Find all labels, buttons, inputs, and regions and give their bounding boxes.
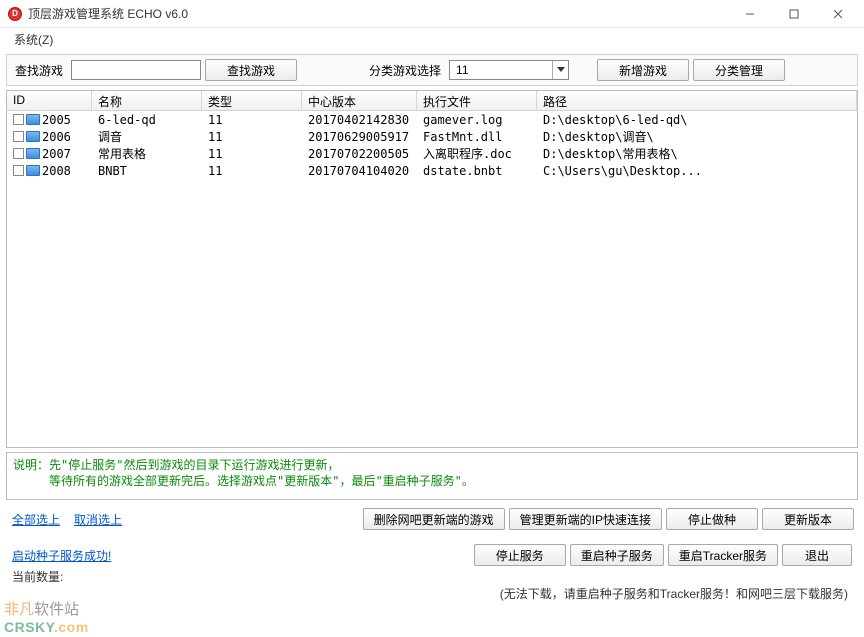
row-id: 2006 xyxy=(42,130,71,144)
watermark-tld: .com xyxy=(54,619,89,635)
table-row[interactable]: 2008 BNBT1120170704104020dstate.bnbtC:\Us… xyxy=(7,162,857,179)
folder-icon xyxy=(26,148,40,159)
update-version-button[interactable]: 更新版本 xyxy=(762,508,854,530)
exit-button[interactable]: 退出 xyxy=(782,544,852,566)
th-path[interactable]: 路径 xyxy=(537,91,857,110)
row-name: BNBT xyxy=(92,164,202,178)
window-titlebar: D 顶层游戏管理系统 ECHO v6.0 xyxy=(0,0,864,28)
folder-icon xyxy=(26,131,40,142)
th-ver[interactable]: 中心版本 xyxy=(302,91,417,110)
category-manage-button[interactable]: 分类管理 xyxy=(693,59,785,81)
row-version: 20170402142830 xyxy=(302,113,417,127)
row-path: D:\desktop\调音\ xyxy=(537,128,857,145)
row-exec: FastMnt.dll xyxy=(417,130,537,144)
row-type: 11 xyxy=(202,147,302,161)
row-id: 2005 xyxy=(42,113,71,127)
row-path: C:\Users\gu\Desktop... xyxy=(537,164,857,178)
row-checkbox[interactable] xyxy=(13,131,24,142)
stop-seed-button[interactable]: 停止做种 xyxy=(666,508,758,530)
app-icon: D xyxy=(8,7,22,21)
row-path: D:\desktop\6-led-qd\ xyxy=(537,113,857,127)
game-table: ID 名称 类型 中心版本 执行文件 路径 20056-led-qd112017… xyxy=(6,90,858,448)
search-button[interactable]: 查找游戏 xyxy=(205,59,297,81)
footer-hint: (无法下载，请重启种子服务和Tracker服务！和网吧三层下载服务) xyxy=(6,585,858,604)
hint-line2: 等待所有的游戏全部更新完后。选择游戏点"更新版本"，最后"重启种子服务"。 xyxy=(13,473,851,489)
row-name: 常用表格 xyxy=(92,145,202,162)
search-label: 查找游戏 xyxy=(11,62,67,79)
row-exec: 入离职程序.doc xyxy=(417,145,537,162)
stop-service-button[interactable]: 停止服务 xyxy=(474,544,566,566)
hint-line1: 说明：先"停止服务"然后到游戏的目录下运行游戏进行更新， xyxy=(13,457,851,473)
chevron-down-icon xyxy=(552,61,568,79)
watermark-accent: 非凡 xyxy=(4,602,34,618)
th-id[interactable]: ID xyxy=(7,91,92,110)
row-name: 6-led-qd xyxy=(92,113,202,127)
close-button[interactable] xyxy=(816,2,860,26)
row-name: 调音 xyxy=(92,128,202,145)
minimize-button[interactable] xyxy=(728,2,772,26)
row-type: 11 xyxy=(202,113,302,127)
table-row[interactable]: 2007 常用表格1120170702200505入离职程序.docD:\desk… xyxy=(7,145,857,162)
folder-icon xyxy=(26,114,40,125)
row-exec: dstate.bnbt xyxy=(417,164,537,178)
watermark-text: 软件站 xyxy=(34,602,79,618)
row-version: 20170704104020 xyxy=(302,164,417,178)
table-body: 20056-led-qd1120170402142830gamever.logD… xyxy=(7,111,857,179)
toolbar: 查找游戏 查找游戏 分类游戏选择 11 新增游戏 分类管理 xyxy=(6,54,858,86)
window-title: 顶层游戏管理系统 ECHO v6.0 xyxy=(28,5,188,22)
status-row: 启动种子服务成功! 停止服务 重启种子服务 重启Tracker服务 退出 xyxy=(6,534,858,568)
category-label: 分类游戏选择 xyxy=(365,62,445,79)
row-version: 20170629005917 xyxy=(302,130,417,144)
row-type: 11 xyxy=(202,130,302,144)
th-name[interactable]: 名称 xyxy=(92,91,202,110)
row-type: 11 xyxy=(202,164,302,178)
table-row[interactable]: 2005 6-led-qd1120170402142830gamever.logD… xyxy=(7,111,857,128)
watermark-domain: CRSKY xyxy=(4,619,54,635)
delete-update-button[interactable]: 删除网吧更新端的游戏 xyxy=(363,508,505,530)
manage-ip-button[interactable]: 管理更新端的IP快速连接 xyxy=(509,508,662,530)
category-select[interactable]: 11 xyxy=(449,60,569,80)
table-row[interactable]: 2006 调音1120170629005917FastMnt.dllD:\desk… xyxy=(7,128,857,145)
row-id: 2008 xyxy=(42,164,71,178)
menu-system[interactable]: 系统(Z) xyxy=(8,29,59,50)
row-version: 20170702200505 xyxy=(302,147,417,161)
row-checkbox[interactable] xyxy=(13,114,24,125)
selection-action-row: 全部选上 取消选上 删除网吧更新端的游戏 管理更新端的IP快速连接 停止做种 更… xyxy=(6,500,858,534)
menubar: 系统(Z) xyxy=(0,28,864,50)
seed-service-status: 启动种子服务成功! xyxy=(12,547,111,564)
th-exec[interactable]: 执行文件 xyxy=(417,91,537,110)
select-all-link[interactable]: 全部选上 xyxy=(12,511,60,528)
category-select-value: 11 xyxy=(456,63,468,77)
row-exec: gamever.log xyxy=(417,113,537,127)
search-input[interactable] xyxy=(71,60,201,80)
folder-icon xyxy=(26,165,40,176)
add-game-button[interactable]: 新增游戏 xyxy=(597,59,689,81)
table-header: ID 名称 类型 中心版本 执行文件 路径 xyxy=(7,91,857,111)
deselect-all-link[interactable]: 取消选上 xyxy=(74,511,122,528)
restart-seed-button[interactable]: 重启种子服务 xyxy=(570,544,664,566)
current-count-label: 当前数量: xyxy=(12,570,63,584)
row-checkbox[interactable] xyxy=(13,165,24,176)
row-path: D:\desktop\常用表格\ xyxy=(537,145,857,162)
hint-box: 说明：先"停止服务"然后到游戏的目录下运行游戏进行更新， 等待所有的游戏全部更新… xyxy=(6,452,858,500)
row-checkbox[interactable] xyxy=(13,148,24,159)
row-id: 2007 xyxy=(42,147,71,161)
restart-tracker-button[interactable]: 重启Tracker服务 xyxy=(668,544,778,566)
maximize-button[interactable] xyxy=(772,2,816,26)
th-type[interactable]: 类型 xyxy=(202,91,302,110)
